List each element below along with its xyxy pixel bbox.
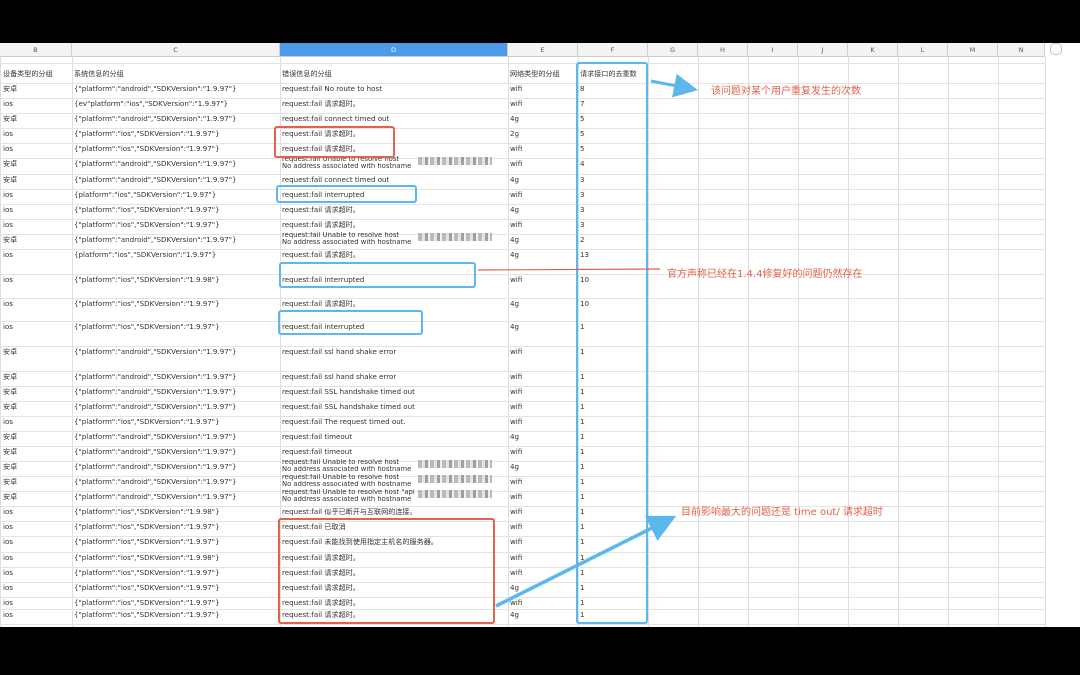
annotation-timeout-note: 目前影响最大的问题还是 time out/ 请求超时: [681, 507, 883, 518]
spreadsheet[interactable]: BCDEFGHIJKLMN 设备类型的分组 系统信息的分组 错误信息的分组 网络…: [0, 43, 1080, 627]
annotation-count-note: 该问题对某个用户重复发生的次数: [711, 86, 861, 97]
count-arrow: [650, 73, 698, 98]
annotation-arrows: [477, 73, 698, 608]
annotation-fixed-note: 官方声称已经在1.4.4修复好的问题仍然存在: [667, 269, 863, 280]
fixed-note-line: [477, 268, 661, 271]
timeout-arrow: [495, 515, 677, 608]
